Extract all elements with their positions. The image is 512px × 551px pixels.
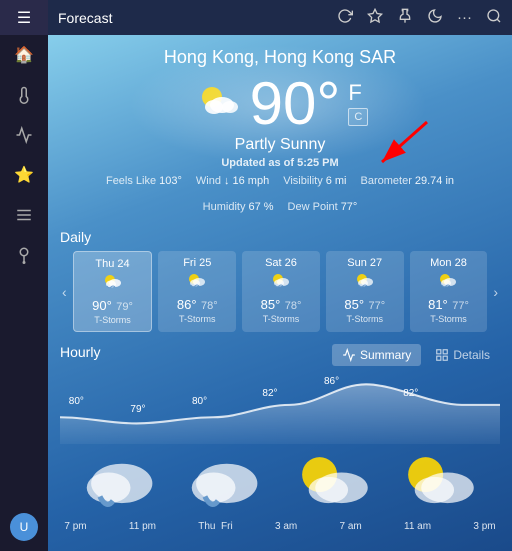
scroll-left-button[interactable]: ‹ [60, 282, 69, 302]
updated-text: Updated as of 5:25 PM [68, 157, 492, 169]
user-avatar[interactable]: U [0, 503, 48, 551]
dew-point-detail: Dew Point 77° [288, 201, 358, 213]
day-name-thu: Thu 24 [82, 258, 144, 270]
titlebar-actions: ··· [337, 8, 502, 28]
day-card-sat[interactable]: Sat 26 85° 78° [242, 251, 320, 332]
weather-details: Feels Like 103° Wind ↓ 16 mph Visibility… [68, 175, 492, 213]
daily-cards: Thu 24 90° 79° [73, 251, 488, 332]
city-name: Hong Kong, Hong Kong SAR [68, 47, 492, 68]
unit-f: F [348, 82, 361, 104]
wind-detail: Wind ↓ 16 mph [196, 175, 269, 187]
sidebar-item-list[interactable] [0, 195, 48, 235]
sidebar-item-chart[interactable] [0, 115, 48, 155]
feels-like: Feels Like 103° [106, 175, 182, 187]
daily-title: Daily [60, 229, 500, 245]
humidity-detail: Humidity 67 % [203, 201, 274, 213]
time-label-3am: 3 am [275, 521, 297, 532]
tab-details-label: Details [453, 348, 490, 362]
sidebar-item-temp[interactable] [0, 75, 48, 115]
unit-toggle-c[interactable]: C [348, 108, 368, 126]
hourly-icons [60, 444, 500, 519]
day-temps-sun: 85° 77° [334, 296, 396, 314]
hourly-header: Hourly Summary Details [60, 344, 500, 366]
star-button[interactable] [367, 8, 383, 28]
search-button[interactable] [486, 8, 502, 28]
scroll-right-button[interactable]: › [491, 282, 500, 302]
time-label-11am: 11 am [404, 521, 431, 532]
tab-summary-label: Summary [360, 348, 411, 362]
time-label-3pm: 3 pm [473, 521, 495, 532]
hourly-chart: 80° 79° 80° 82° 86° 82° [60, 374, 500, 474]
time-label-7pm: 7 pm [64, 521, 86, 532]
hourly-curve [60, 374, 500, 444]
more-button[interactable]: ··· [457, 9, 472, 26]
refresh-button[interactable] [337, 8, 353, 28]
main-weather-icon [192, 79, 242, 129]
hourly-section: Hourly Summary Details [48, 338, 512, 482]
tab-details[interactable]: Details [425, 344, 500, 366]
day-icon-thu [82, 273, 144, 294]
sidebar-top: ☰ [0, 0, 48, 35]
day-temps-fri: 86° 78° [166, 296, 228, 314]
hamburger-icon[interactable]: ☰ [17, 8, 31, 28]
day-temps-thu: 90° 79° [82, 297, 144, 315]
day-card-mon[interactable]: Mon 28 81° 77° [410, 251, 488, 332]
time-label-11pm: 11 pm [129, 521, 156, 532]
hourly-icon-1 [78, 444, 166, 519]
unit-container: F C [348, 82, 368, 126]
hourly-time-labels: 7 pm 11 pm Thu Fri 3 am 7 am 11 am 3 pm [60, 521, 500, 532]
hourly-title: Hourly [60, 344, 100, 360]
sidebar-item-notifications[interactable] [0, 235, 48, 275]
temp-label-1: 80° [69, 396, 84, 407]
humidity-value: 67 % [248, 201, 273, 213]
temperature-row: 90° F C [68, 74, 492, 134]
feels-like-value: 103° [159, 175, 182, 187]
visibility-detail: Visibility 6 mi [283, 175, 346, 187]
dew-point-value: 77° [341, 201, 358, 213]
day-card-thu[interactable]: Thu 24 90° 79° [73, 251, 153, 332]
daily-section: Daily ‹ Thu 24 [48, 221, 512, 338]
hourly-tabs: Summary Details [332, 344, 500, 366]
titlebar: Forecast ··· [48, 0, 512, 35]
main-content: Forecast ··· [48, 0, 512, 551]
temp-label-6: 82° [403, 388, 418, 399]
day-card-sun[interactable]: Sun 27 85° 77° [326, 251, 404, 332]
barometer-value: 29.74 in [415, 175, 454, 187]
hourly-icon-3 [289, 444, 377, 519]
day-cond-thu: T-Storms [82, 315, 144, 325]
time-label-thu-fri: Thu Fri [198, 521, 232, 532]
avatar-circle: U [10, 513, 38, 541]
temp-label-5: 86° [324, 376, 339, 387]
wind-value: ↓ 16 mph [224, 175, 269, 187]
barometer-detail: Barometer 29.74 in [361, 175, 455, 187]
hourly-icon-2 [183, 444, 271, 519]
daily-scroll: ‹ Thu 24 [60, 251, 500, 332]
sidebar-item-star[interactable]: ⭐ [0, 155, 48, 195]
day-card-fri[interactable]: Fri 25 86° 78° [158, 251, 236, 332]
sidebar: ☰ 🏠 ⭐ U [0, 0, 48, 551]
temperature-value: 90° [250, 74, 341, 134]
day-temps-mon: 81° 77° [418, 296, 480, 314]
temp-label-3: 80° [192, 396, 207, 407]
sidebar-item-home[interactable]: 🏠 [0, 35, 48, 75]
weather-background: Hong Kong, Hong Kong SAR 90° F C [48, 35, 512, 551]
day-temps-sat: 85° 78° [250, 296, 312, 314]
pin-button[interactable] [397, 8, 413, 28]
condition-text: Partly Sunny [68, 136, 492, 154]
temp-label-4: 82° [262, 388, 277, 399]
hourly-icon-4 [395, 444, 483, 519]
tab-summary[interactable]: Summary [332, 344, 421, 366]
visibility-value: 6 mi [326, 175, 347, 187]
weather-top: Hong Kong, Hong Kong SAR 90° F C [48, 35, 512, 221]
moon-button[interactable] [427, 8, 443, 28]
app-title: Forecast [58, 10, 337, 26]
time-label-7am: 7 am [340, 521, 362, 532]
temp-label-2: 79° [130, 404, 145, 415]
